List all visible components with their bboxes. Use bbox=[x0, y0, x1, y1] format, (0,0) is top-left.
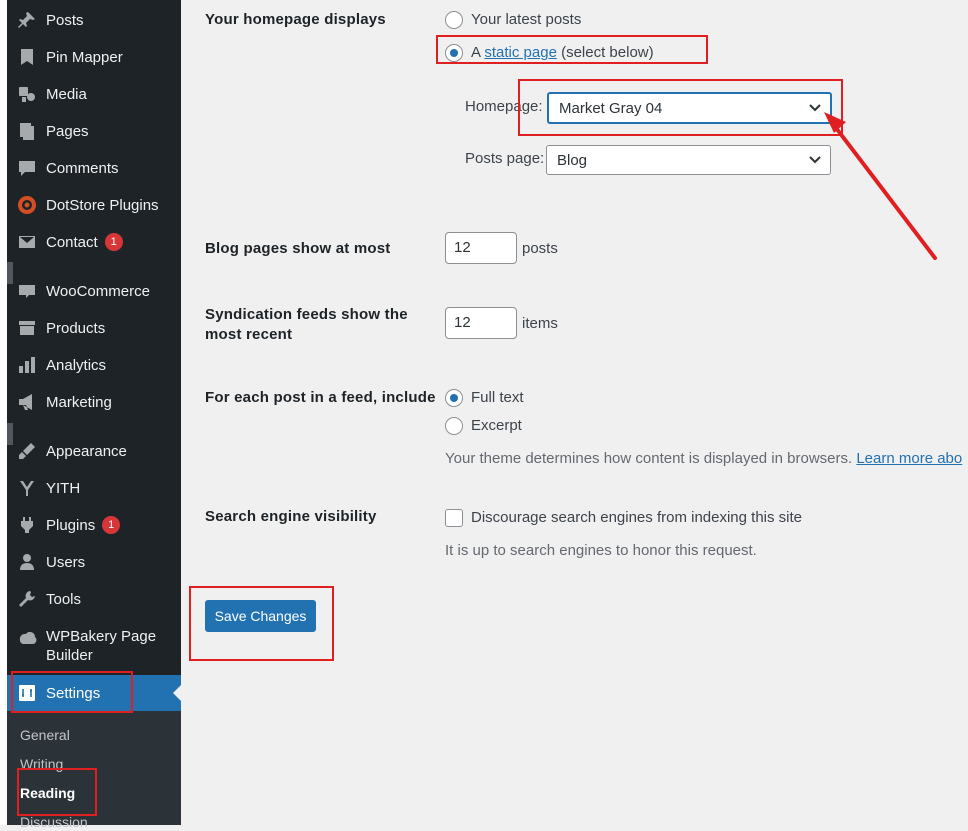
sidebar-item-tools[interactable]: Tools bbox=[7, 584, 181, 614]
sidebar-item-label: Products bbox=[46, 319, 106, 337]
sidebar-item-pin-mapper[interactable]: Pin Mapper bbox=[7, 42, 181, 72]
sidebar-item-label: Media bbox=[46, 85, 87, 103]
homepage-displays-label: Your homepage displays bbox=[205, 11, 386, 28]
pin-mapper-icon bbox=[16, 46, 38, 68]
pages-icon bbox=[16, 120, 38, 142]
brush-icon bbox=[16, 440, 38, 462]
syndication-input[interactable]: 12 bbox=[445, 307, 517, 339]
discourage-search-checkbox[interactable] bbox=[445, 509, 463, 527]
sidebar-item-label: DotStore Plugins bbox=[46, 196, 159, 214]
search-visibility-label: Search engine visibility bbox=[205, 508, 377, 525]
blog-pages-label: Blog pages show at most bbox=[205, 240, 391, 257]
sidebar-item-plugins[interactable]: Plugins 1 bbox=[7, 510, 181, 540]
sidebar-item-label: Tools bbox=[46, 590, 82, 608]
sidebar-item-label: Comments bbox=[46, 159, 119, 177]
sidebar-item-media[interactable]: Media bbox=[7, 79, 181, 109]
sidebar-item-marketing[interactable]: Marketing bbox=[7, 387, 181, 417]
megaphone-icon bbox=[16, 391, 38, 413]
sidebar-item-posts[interactable]: Posts bbox=[7, 5, 181, 35]
sidebar-item-label: Users bbox=[46, 553, 86, 571]
highlight-reading-submenu bbox=[17, 768, 97, 816]
plugin-icon bbox=[16, 514, 38, 536]
sidebar-item-analytics[interactable]: Analytics bbox=[7, 350, 181, 380]
discourage-search-label: Discourage search engines from indexing … bbox=[471, 509, 803, 526]
posts-page-select[interactable]: Blog bbox=[546, 145, 831, 175]
sidebar-item-label: WooCommerce bbox=[46, 282, 150, 300]
sidebar-item-users[interactable]: Users bbox=[7, 547, 181, 577]
media-icon bbox=[16, 83, 38, 105]
radio-latest-posts-label: Your latest posts bbox=[471, 11, 582, 28]
feed-include-label: For each post in a feed, include bbox=[205, 389, 436, 406]
sidebar-item-label: Plugins bbox=[46, 516, 96, 534]
sidebar-item-label: Analytics bbox=[46, 356, 107, 374]
search-visibility-description: It is up to search engines to honor this… bbox=[445, 542, 757, 559]
posts-page-select-label: Posts page: bbox=[465, 150, 545, 167]
syndication-label-line1: Syndication feeds show the bbox=[205, 306, 408, 323]
sidebar-item-label: YITH bbox=[46, 479, 81, 497]
sidebar-item-label: Pages bbox=[46, 122, 89, 140]
sidebar-item-label: Marketing bbox=[46, 393, 112, 411]
sidebar-item-pages[interactable]: Pages bbox=[7, 116, 181, 146]
woo-icon bbox=[16, 280, 38, 302]
posts-page-select-value: Blog bbox=[557, 151, 588, 169]
dotstore-icon bbox=[16, 194, 38, 216]
sidebar-item-comments[interactable]: Comments bbox=[7, 153, 181, 183]
radio-latest-posts[interactable] bbox=[445, 11, 463, 29]
users-icon bbox=[16, 551, 38, 573]
notification-badge: 1 bbox=[102, 516, 121, 534]
radio-full-text-label: Full text bbox=[471, 389, 524, 406]
submenu-general[interactable]: General bbox=[20, 726, 70, 744]
highlight-settings-menu bbox=[11, 671, 133, 713]
sidebar-edge bbox=[0, 0, 7, 825]
syndication-label-line2: most recent bbox=[205, 326, 293, 343]
sidebar-item-products[interactable]: Products bbox=[7, 313, 181, 343]
highlight-homepage-select bbox=[518, 79, 843, 136]
sidebar-item-label: WPBakery Page Builder bbox=[46, 628, 157, 664]
yith-icon bbox=[16, 477, 38, 499]
analytics-icon bbox=[16, 354, 38, 376]
chevron-down-icon bbox=[809, 156, 821, 164]
sidebar-item-contact[interactable]: Contact 1 bbox=[7, 227, 181, 257]
radio-full-text[interactable] bbox=[445, 389, 463, 407]
active-menu-pointer bbox=[173, 685, 181, 701]
pin-icon bbox=[16, 9, 38, 31]
syndication-unit: items bbox=[522, 315, 558, 332]
comments-icon bbox=[16, 157, 38, 179]
sidebar-item-label: Posts bbox=[46, 11, 84, 29]
sidebar-item-label: Appearance bbox=[46, 442, 127, 460]
highlight-static-page bbox=[436, 35, 708, 64]
learn-more-link[interactable]: Learn more abo bbox=[856, 450, 962, 467]
sidebar-item-dotstore[interactable]: DotStore Plugins bbox=[7, 190, 181, 220]
sidebar-item-woocommerce[interactable]: WooCommerce bbox=[7, 276, 181, 306]
wpbakery-icon bbox=[16, 627, 38, 649]
blog-pages-input[interactable]: 12 bbox=[445, 232, 517, 264]
sidebar-item-wpbakery[interactable]: WPBakery Page Builder bbox=[7, 621, 181, 667]
products-icon bbox=[16, 317, 38, 339]
notification-badge: 1 bbox=[104, 233, 123, 251]
feed-include-description: Your theme determines how content is dis… bbox=[445, 449, 962, 469]
sidebar-item-label: Contact bbox=[46, 233, 98, 251]
highlight-save-button bbox=[189, 586, 334, 661]
radio-excerpt-label: Excerpt bbox=[471, 417, 522, 434]
sidebar-item-yith[interactable]: YITH bbox=[7, 473, 181, 503]
sidebar-item-appearance[interactable]: Appearance bbox=[7, 436, 181, 466]
feed-description-text: Your theme determines how content is dis… bbox=[445, 450, 853, 467]
wrench-icon bbox=[16, 588, 38, 610]
blog-pages-unit: posts bbox=[522, 240, 558, 257]
sidebar-item-label: Pin Mapper bbox=[46, 48, 123, 66]
mail-icon bbox=[16, 231, 38, 253]
radio-excerpt[interactable] bbox=[445, 417, 463, 435]
